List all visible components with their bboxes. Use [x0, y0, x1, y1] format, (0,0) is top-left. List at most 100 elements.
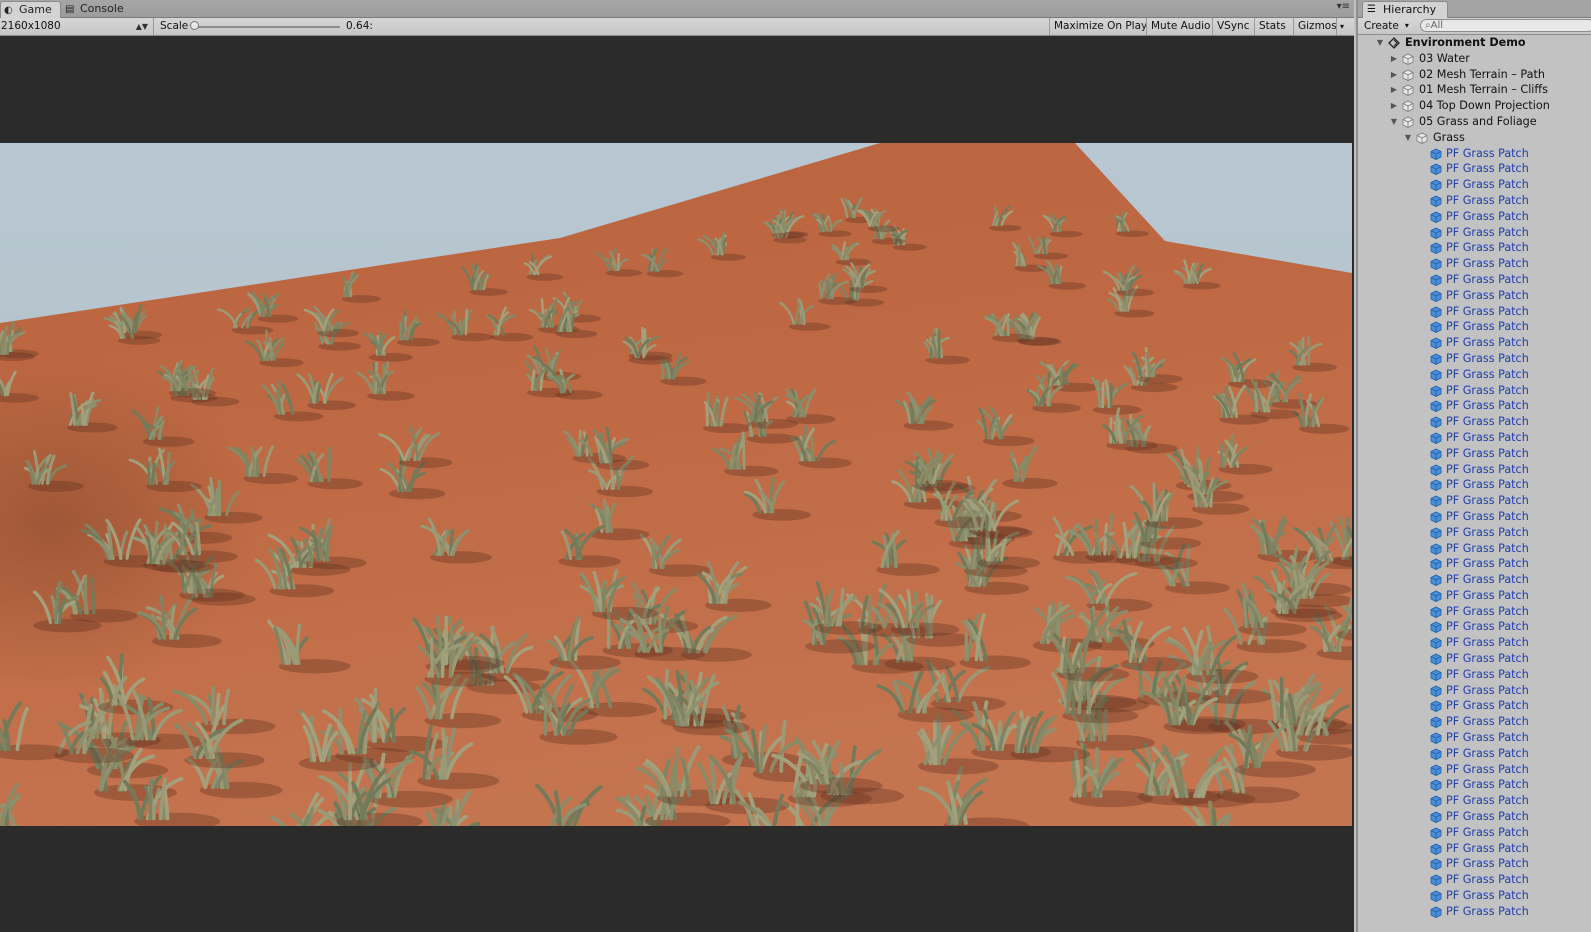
- prefab-cube-icon: [1430, 195, 1442, 207]
- prefab-row[interactable]: PF Grass Patch: [1358, 161, 1591, 177]
- prefab-row[interactable]: PF Grass Patch: [1358, 651, 1591, 667]
- prefab-cube-icon: [1430, 337, 1442, 350]
- prefab-cube-icon: [1430, 479, 1442, 492]
- collapsed-arrow-icon[interactable]: ▶: [1389, 98, 1399, 114]
- grass-blade: [1152, 482, 1157, 522]
- collapsed-arrow-icon[interactable]: ▶: [1389, 67, 1399, 83]
- prefab-row-label: PF Grass Patch: [1446, 209, 1529, 223]
- maximize-on-play-button[interactable]: Maximize On Play: [1049, 18, 1151, 35]
- tab-hierarchy[interactable]: ☰ Hierarchy: [1362, 1, 1448, 18]
- grass-blade: [705, 402, 709, 427]
- prefab-row[interactable]: PF Grass Patch: [1358, 446, 1591, 462]
- grass-blade: [543, 693, 548, 736]
- prefab-row[interactable]: PF Grass Patch: [1358, 430, 1591, 446]
- prefab-row[interactable]: PF Grass Patch: [1358, 762, 1591, 778]
- grass-shadow: [871, 237, 906, 245]
- tab-console[interactable]: ▤ Console: [62, 1, 132, 18]
- grass-blade: [371, 698, 377, 743]
- resolution-dropdown[interactable]: 2160x1080 ▲▼: [0, 18, 154, 35]
- stats-button[interactable]: Stats: [1254, 18, 1290, 35]
- collapsed-arrow-icon[interactable]: ▶: [1389, 82, 1399, 98]
- expanded-arrow-icon[interactable]: ▼: [1375, 35, 1385, 51]
- grass-blade: [448, 647, 454, 679]
- grass-shadow: [817, 297, 858, 305]
- prefab-cube-icon: [1430, 543, 1442, 555]
- prefab-row[interactable]: PF Grass Patch: [1358, 240, 1591, 256]
- panel-menu-icon[interactable]: ▾≡: [1337, 1, 1350, 12]
- prefab-row[interactable]: PF Grass Patch: [1358, 777, 1591, 793]
- prefab-row[interactable]: PF Grass Patch: [1358, 319, 1591, 335]
- prefab-row[interactable]: PF Grass Patch: [1358, 398, 1591, 414]
- prefab-cube-icon: [1430, 306, 1442, 318]
- scale-slider-handle[interactable]: [190, 21, 199, 30]
- prefab-row[interactable]: PF Grass Patch: [1358, 872, 1591, 888]
- prefab-row[interactable]: PF Grass Patch: [1358, 667, 1591, 683]
- prefab-row[interactable]: PF Grass Patch: [1358, 146, 1591, 162]
- prefab-row[interactable]: PF Grass Patch: [1358, 493, 1591, 509]
- prefab-row[interactable]: PF Grass Patch: [1358, 556, 1591, 572]
- expanded-arrow-icon[interactable]: ▼: [1389, 114, 1399, 130]
- prefab-row[interactable]: PF Grass Patch: [1358, 825, 1591, 841]
- mute-audio-button[interactable]: Mute Audio: [1146, 18, 1214, 35]
- prefab-row[interactable]: PF Grass Patch: [1358, 462, 1591, 478]
- prefab-row[interactable]: PF Grass Patch: [1358, 351, 1591, 367]
- hierarchy-item-grass[interactable]: ▼ Grass: [1358, 130, 1591, 146]
- hierarchy-item-3[interactable]: ▶ 01 Mesh Terrain – Cliffs: [1358, 82, 1591, 98]
- hierarchy-search-input[interactable]: ⌕All: [1420, 19, 1591, 32]
- prefab-row[interactable]: PF Grass Patch: [1358, 525, 1591, 541]
- prefab-row[interactable]: PF Grass Patch: [1358, 509, 1591, 525]
- prefab-row-label: PF Grass Patch: [1446, 541, 1529, 555]
- prefab-row[interactable]: PF Grass Patch: [1358, 698, 1591, 714]
- prefab-row[interactable]: PF Grass Patch: [1358, 288, 1591, 304]
- scale-slider-track[interactable]: [194, 26, 340, 28]
- vsync-button[interactable]: VSync: [1212, 18, 1254, 35]
- tab-game[interactable]: ◐ Game: [0, 1, 61, 18]
- prefab-row[interactable]: PF Grass Patch: [1358, 383, 1591, 399]
- prefab-row[interactable]: PF Grass Patch: [1358, 256, 1591, 272]
- prefab-row[interactable]: PF Grass Patch: [1358, 209, 1591, 225]
- prefab-row[interactable]: PF Grass Patch: [1358, 635, 1591, 651]
- prefab-row-label: PF Grass Patch: [1446, 778, 1529, 792]
- prefab-row[interactable]: PF Grass Patch: [1358, 856, 1591, 872]
- gizmos-button[interactable]: Gizmos: [1293, 18, 1341, 35]
- prefab-row[interactable]: PF Grass Patch: [1358, 888, 1591, 904]
- hierarchy-item-4[interactable]: ▶ 04 Top Down Projection: [1358, 98, 1591, 114]
- prefab-row[interactable]: PF Grass Patch: [1358, 572, 1591, 588]
- grass-shadow: [876, 563, 940, 576]
- scene-root[interactable]: ▼ Environment Demo: [1358, 35, 1591, 51]
- prefab-row[interactable]: PF Grass Patch: [1358, 746, 1591, 762]
- prefab-row[interactable]: PF Grass Patch: [1358, 588, 1591, 604]
- prefab-row[interactable]: PF Grass Patch: [1358, 541, 1591, 557]
- prefab-row[interactable]: PF Grass Patch: [1358, 193, 1591, 209]
- prefab-row[interactable]: PF Grass Patch: [1358, 809, 1591, 825]
- hierarchy-item-5[interactable]: ▼ 05 Grass and Foliage: [1358, 114, 1591, 130]
- prefab-row[interactable]: PF Grass Patch: [1358, 841, 1591, 857]
- prefab-row[interactable]: PF Grass Patch: [1358, 335, 1591, 351]
- prefab-row[interactable]: PF Grass Patch: [1358, 477, 1591, 493]
- prefab-row[interactable]: PF Grass Patch: [1358, 304, 1591, 320]
- hierarchy-item-1[interactable]: ▶ 03 Water: [1358, 51, 1591, 67]
- game-viewport[interactable]: [0, 143, 1352, 826]
- grass-shadow: [368, 352, 414, 362]
- prefab-row[interactable]: PF Grass Patch: [1358, 793, 1591, 809]
- grass-blade: [327, 446, 332, 483]
- gizmos-dropdown-icon[interactable]: ▾: [1336, 18, 1344, 35]
- prefab-row[interactable]: PF Grass Patch: [1358, 367, 1591, 383]
- collapsed-arrow-icon[interactable]: ▶: [1389, 51, 1399, 67]
- prefab-row[interactable]: PF Grass Patch: [1358, 604, 1591, 620]
- grass-shadow: [959, 655, 1032, 670]
- prefab-row[interactable]: PF Grass Patch: [1358, 683, 1591, 699]
- prefab-cube-icon: [1430, 321, 1442, 334]
- prefab-row[interactable]: PF Grass Patch: [1358, 272, 1591, 288]
- hierarchy-item-2[interactable]: ▶ 02 Mesh Terrain – Path: [1358, 67, 1591, 83]
- prefab-row[interactable]: PF Grass Patch: [1358, 225, 1591, 241]
- create-button[interactable]: Create ▾: [1364, 18, 1409, 34]
- expanded-arrow-icon[interactable]: ▼: [1403, 130, 1413, 146]
- prefab-row[interactable]: PF Grass Patch: [1358, 730, 1591, 746]
- prefab-row[interactable]: PF Grass Patch: [1358, 177, 1591, 193]
- prefab-row[interactable]: PF Grass Patch: [1358, 414, 1591, 430]
- prefab-row-label: PF Grass Patch: [1446, 715, 1529, 729]
- prefab-row[interactable]: PF Grass Patch: [1358, 714, 1591, 730]
- prefab-row[interactable]: PF Grass Patch: [1358, 904, 1591, 920]
- prefab-row[interactable]: PF Grass Patch: [1358, 619, 1591, 635]
